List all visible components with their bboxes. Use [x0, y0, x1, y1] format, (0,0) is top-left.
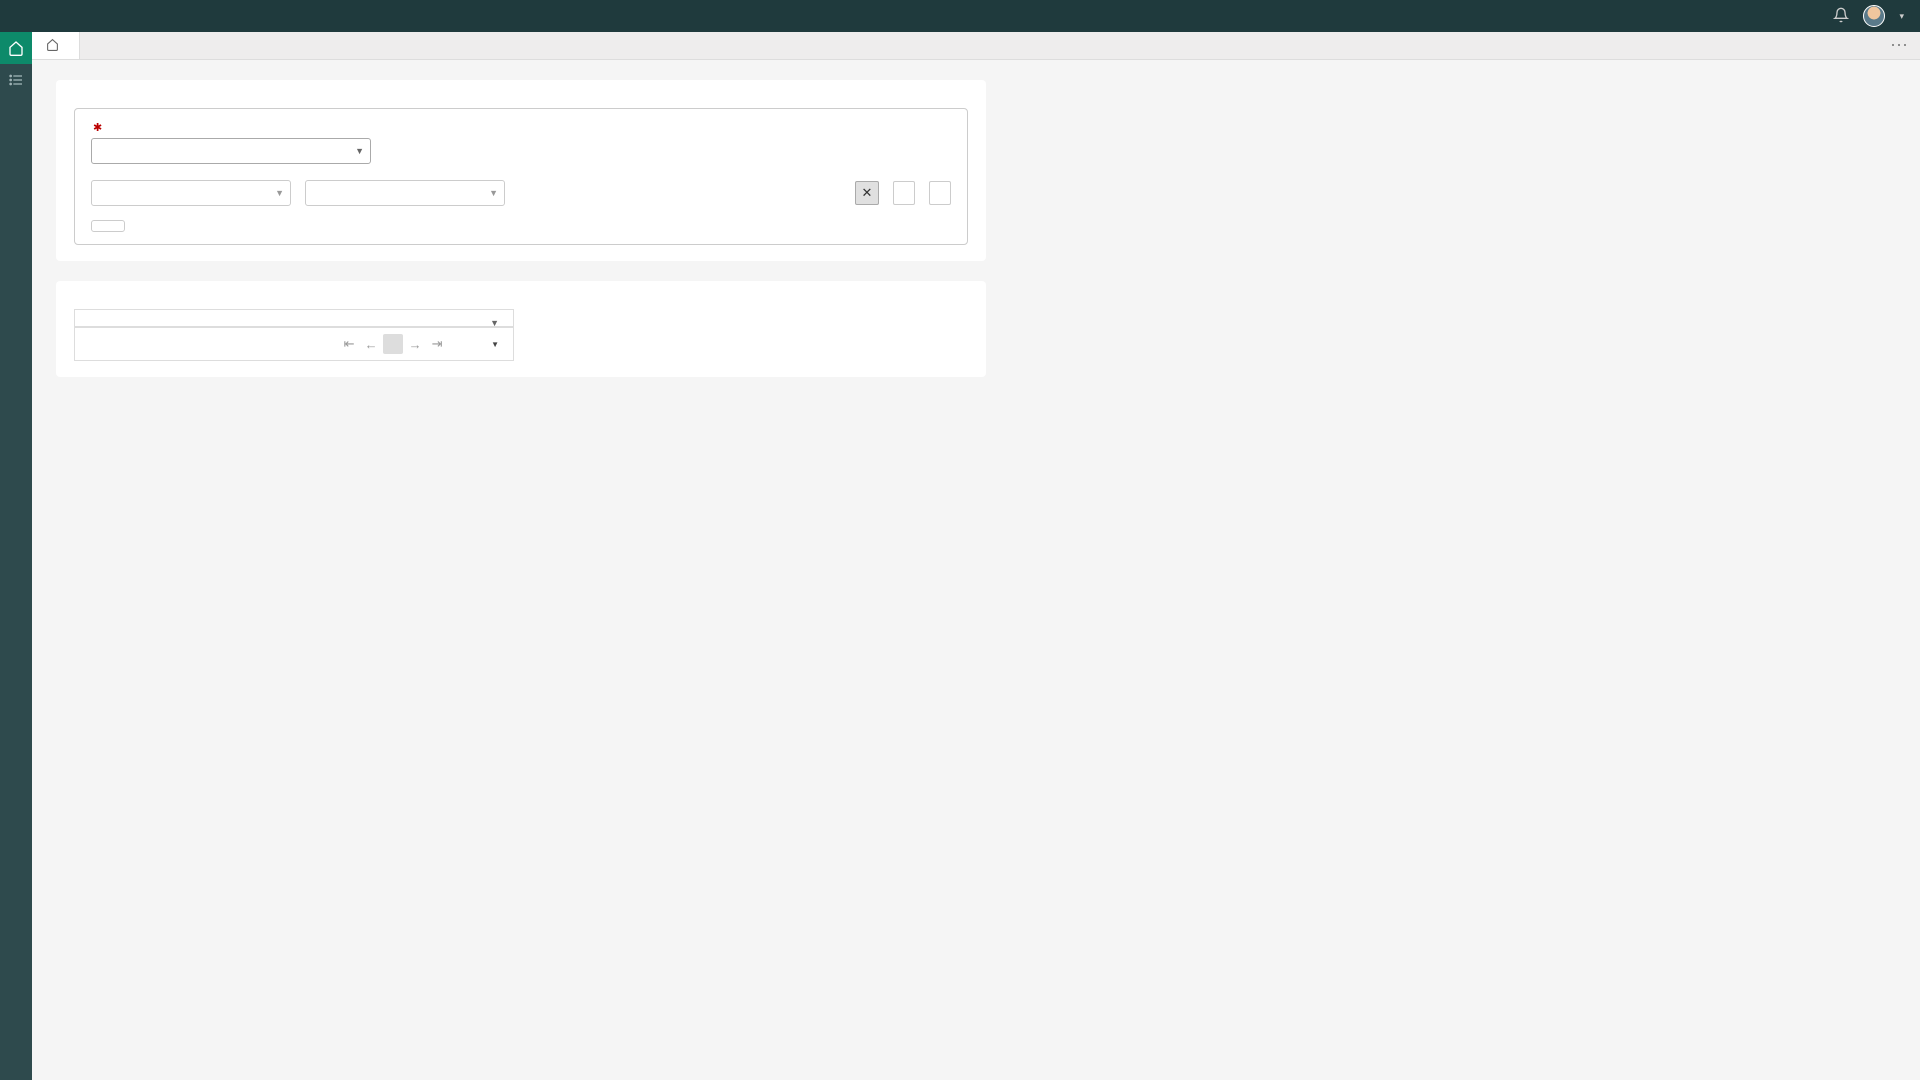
bell-icon[interactable] [1833, 7, 1849, 26]
chevron-down-icon: ▼ [490, 318, 499, 328]
remove-condition-button[interactable]: ✕ [855, 181, 879, 205]
chevron-down-icon: ▼ [275, 188, 284, 198]
pager-first[interactable]: ⇤ [339, 334, 359, 354]
chevron-down-icon: ▼ [489, 188, 498, 198]
chevron-down-icon[interactable]: ▾ [1899, 11, 1904, 22]
tabbar: ⋯ [32, 32, 1920, 60]
left-sidebar [0, 32, 32, 1080]
overview-pager: ⇤ ← → ⇥ ▼ [75, 327, 513, 360]
sidebar-list[interactable] [0, 64, 32, 96]
sidebar-home[interactable] [0, 32, 32, 64]
condition-field-select[interactable]: ▼ [91, 180, 291, 206]
overview-table: ▼ ⇤ ← → ⇥ ▼ [74, 309, 514, 361]
ci-overview-panel: ▼ ⇤ ← → ⇥ ▼ [56, 281, 986, 377]
ci-search-panel: ✱ ▼ ▼ ▼ ✕ [56, 80, 986, 261]
or-button[interactable] [929, 181, 951, 205]
search-button[interactable] [91, 220, 125, 232]
main: ✱ ▼ ▼ ▼ ✕ [32, 60, 1920, 1080]
tab-home[interactable] [32, 32, 80, 59]
topbar: ▾ [0, 0, 1920, 32]
tabbar-more-icon[interactable]: ⋯ [1890, 32, 1920, 59]
col-ci-count[interactable]: ▼ [294, 310, 513, 327]
pager-last[interactable]: ⇥ [427, 334, 447, 354]
pager-prev[interactable]: ← [361, 334, 381, 354]
close-icon: ✕ [862, 185, 873, 201]
class-field-label: ✱ [91, 121, 951, 134]
chevron-down-icon: ▼ [355, 146, 364, 156]
class-select[interactable]: ▼ [91, 138, 371, 164]
condition-operator-select[interactable]: ▼ [305, 180, 505, 206]
pager-next[interactable]: → [405, 334, 425, 354]
col-group[interactable] [75, 310, 294, 327]
chevron-down-icon: ▼ [491, 340, 499, 349]
required-icon: ✱ [93, 121, 102, 134]
and-button[interactable] [893, 181, 915, 205]
home-icon [46, 38, 59, 54]
pager-page-1[interactable] [383, 334, 403, 354]
user-avatar[interactable] [1863, 5, 1885, 27]
